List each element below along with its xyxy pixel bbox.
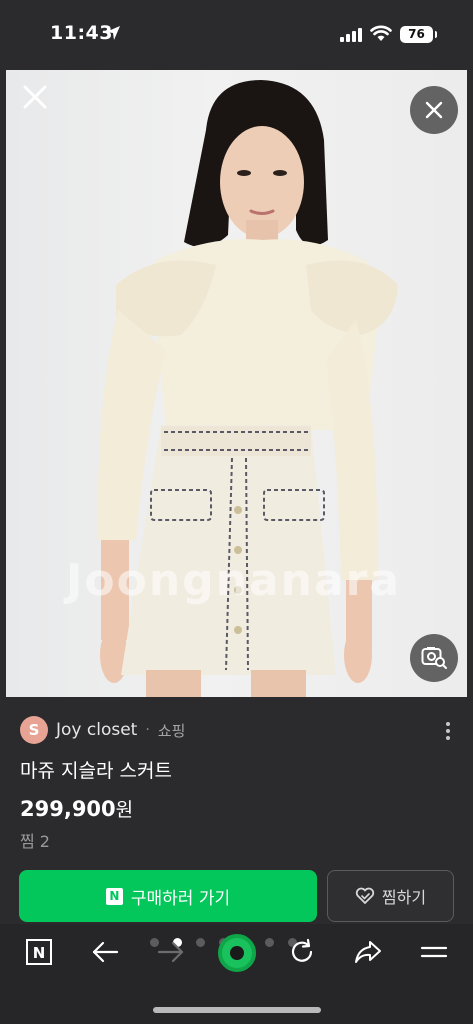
back-button[interactable] (89, 936, 121, 968)
heart-icon (355, 887, 375, 904)
product-title: 마쥬 지슬라 스커트 (20, 760, 172, 782)
naver-home-button[interactable]: N (23, 936, 55, 968)
menu-button[interactable] (418, 936, 450, 968)
seller-avatar: S (20, 716, 48, 744)
location-arrow-icon (106, 26, 120, 40)
seller-row[interactable]: S Joy closet · 쇼핑 (20, 716, 185, 744)
svg-text:N: N (33, 944, 46, 962)
back-arrow-icon (92, 941, 119, 963)
price-unit: 원 (115, 799, 134, 821)
close-icon[interactable] (22, 84, 48, 110)
image-search-button[interactable] (410, 634, 458, 682)
buy-button-label: 구매하러 가기 (130, 888, 231, 909)
refresh-icon (291, 938, 313, 962)
naver-n-icon: N (105, 887, 123, 905)
forward-arrow-icon (157, 941, 184, 963)
close-viewer-button[interactable] (410, 86, 458, 134)
close-icon (425, 101, 443, 119)
share-icon (355, 941, 381, 963)
battery-icon: 76 (400, 26, 437, 43)
zzim-button[interactable]: 찜하기 (327, 870, 454, 922)
status-time: 11:43 (50, 22, 113, 44)
price-value: 299,900 (20, 797, 116, 821)
cellular-signal-icon (340, 27, 362, 42)
zzim-button-label: 찜하기 (381, 888, 427, 907)
more-options-icon[interactable] (446, 722, 450, 740)
forward-button[interactable] (155, 936, 187, 968)
like-count: 찜 2 (20, 832, 50, 851)
buy-button[interactable]: N 구매하러 가기 (19, 870, 317, 922)
product-image[interactable]: Joongnanara (6, 70, 467, 697)
green-dot-button[interactable] (218, 934, 256, 972)
home-indicator[interactable] (153, 1007, 321, 1013)
lens-search-icon (421, 647, 447, 669)
status-bar: 11:43 76 (0, 0, 473, 70)
menu-icon (420, 946, 448, 958)
seller-name[interactable]: Joy closet (56, 720, 137, 740)
seller-separator: · (145, 722, 150, 738)
seller-type: 쇼핑 (157, 721, 186, 740)
refresh-button[interactable] (286, 936, 318, 968)
product-price: 299,900원 (20, 795, 133, 822)
wifi-icon (370, 25, 392, 41)
share-button[interactable] (352, 936, 384, 968)
naver-home-icon: N (26, 939, 52, 965)
watermark: Joongnanara (66, 555, 402, 606)
